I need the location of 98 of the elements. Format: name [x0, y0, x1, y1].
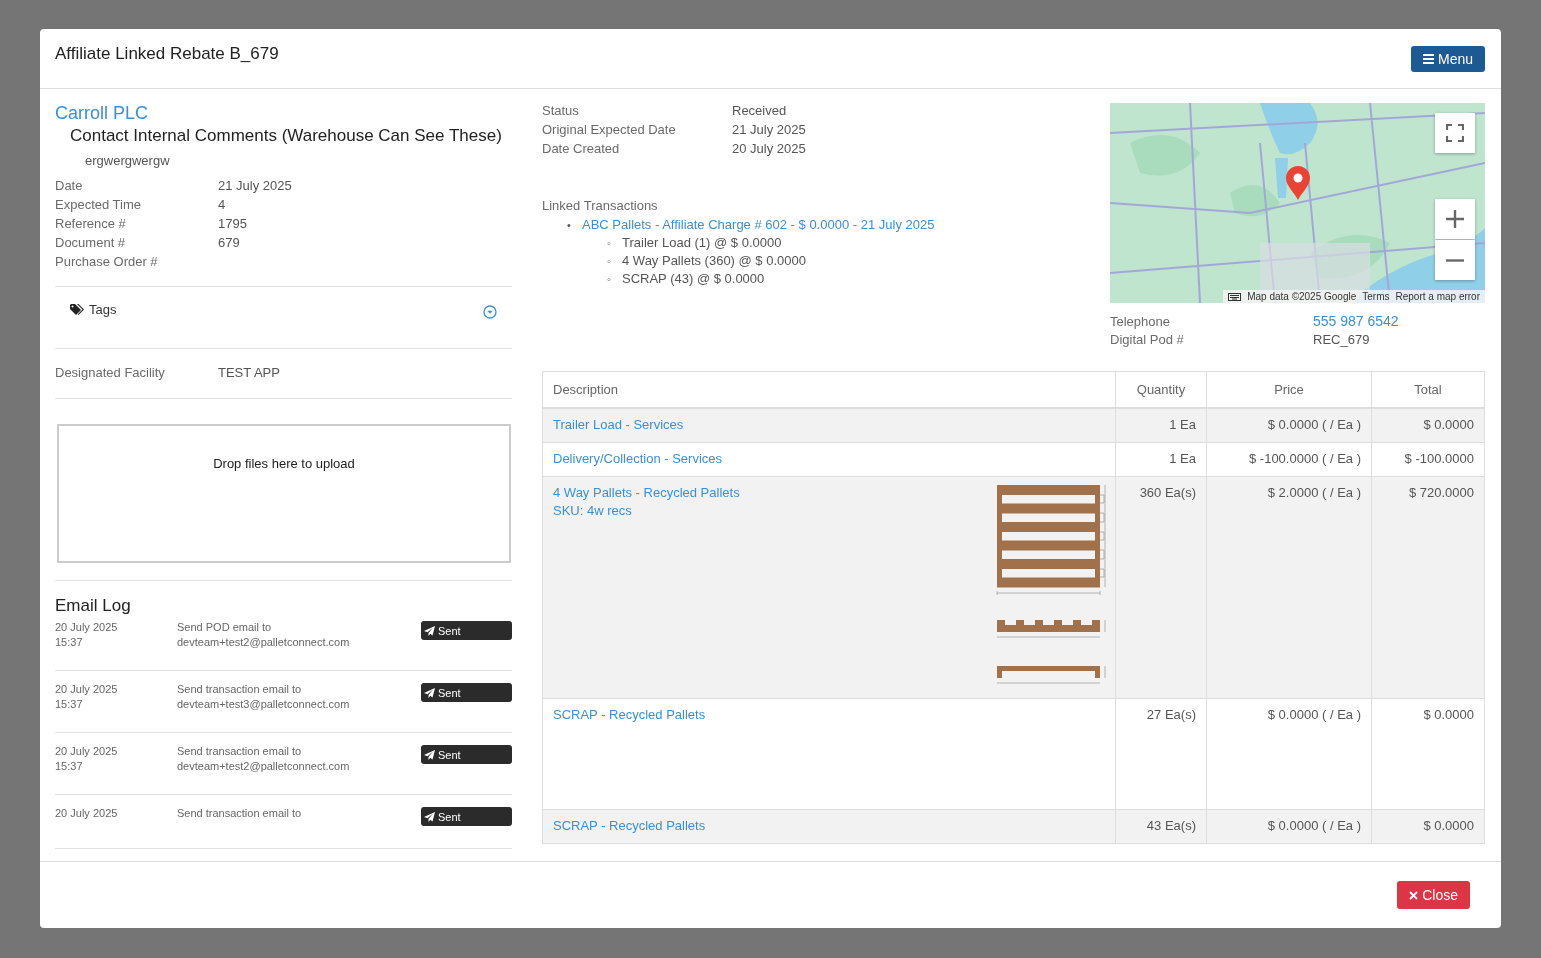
close-icon — [1409, 890, 1419, 900]
field-value: TEST APP — [218, 364, 281, 380]
field-label: Designated Facility — [55, 364, 166, 380]
tags-icon — [70, 304, 85, 315]
sent-status-badge: Sent — [421, 683, 512, 702]
field-label: Purchase Order # — [55, 254, 159, 269]
sent-status-badge: Sent — [421, 745, 512, 764]
field-value: 679 — [218, 235, 241, 250]
log-date: 20 July 2025 — [55, 807, 118, 819]
fullscreen-button[interactable] — [1435, 113, 1475, 153]
bullet-marker: • — [567, 219, 572, 231]
map-attribution: Map data ©2025 Google — [1247, 291, 1357, 302]
price-cell: $ 0.0000 ( / Ea ) — [1206, 809, 1372, 843]
menu-button[interactable]: Menu — [1410, 45, 1485, 72]
field-label: Expected Time — [55, 197, 142, 212]
sent-status-badge: Sent — [421, 621, 512, 640]
transaction-line: 4 Way Pallets (360) @ $ 0.0000 — [622, 253, 806, 268]
paper-plane-icon — [424, 749, 435, 760]
field-label: Digital Pod # — [1110, 332, 1185, 347]
item-link[interactable]: SCRAP - Recycled Pallets — [553, 817, 706, 833]
log-time: 15:37 — [55, 698, 83, 710]
log-recipient: devteam+test3@palletconnect.com — [177, 698, 350, 710]
item-link[interactable]: 4 Way Pallets - Recycled Pallets — [553, 484, 740, 500]
bullet-marker: ◦ — [607, 237, 612, 249]
field-label: Original Expected Date — [542, 122, 677, 137]
zoom-out-button[interactable] — [1435, 240, 1475, 280]
paper-plane-icon — [424, 811, 435, 822]
log-time: 15:37 — [55, 636, 83, 648]
log-message: Send transaction email to — [177, 745, 302, 757]
price-cell: $ 2.0000 ( / Ea ) — [1206, 476, 1372, 698]
item-link[interactable]: Trailer Load - Services — [553, 417, 684, 432]
log-message: Send transaction email to — [177, 807, 302, 819]
drop-zone-prompt: Drop files here to upload — [213, 455, 355, 471]
zoom-in-button[interactable] — [1435, 199, 1475, 239]
menu-icon — [1422, 53, 1434, 64]
comments-heading: Contact Internal Comments (Warehouse Can See These) — [70, 126, 503, 146]
email-log-heading: Email Log — [55, 596, 132, 616]
item-link[interactable]: SCRAP - Recycled Pallets — [553, 706, 706, 722]
field-value: Received — [732, 103, 788, 118]
bullet-marker: ◦ — [607, 255, 612, 267]
field-value: 1795 — [218, 216, 248, 231]
item-link[interactable]: Delivery/Collection - Services — [553, 450, 723, 466]
total-cell: $ 0.0000 — [1371, 408, 1485, 442]
log-time: 15:37 — [55, 760, 83, 772]
quantity-cell: 1 Ea — [1115, 408, 1207, 442]
field-label: Date — [55, 178, 84, 193]
quantity-cell: 1 Ea — [1115, 442, 1207, 476]
paper-plane-icon — [424, 687, 435, 698]
field-value: 21 July 2025 — [218, 178, 293, 193]
fullscreen-icon — [1446, 124, 1464, 142]
bullet-marker: ◦ — [607, 273, 612, 285]
field-value: 4 — [218, 197, 227, 212]
total-cell: $ 720.0000 — [1371, 476, 1485, 698]
field-value: REC_679 — [1313, 332, 1371, 347]
keyboard-icon[interactable] — [1228, 292, 1242, 301]
price-cell: $ 0.0000 ( / Ea ) — [1206, 698, 1372, 809]
field-value: 20 July 2025 — [732, 141, 807, 156]
tags-label: Tags — [89, 302, 117, 317]
expand-chevron-icon[interactable] — [483, 305, 497, 319]
field-label: Reference # — [55, 216, 127, 231]
map-pin-icon — [1285, 166, 1311, 200]
log-recipient: devteam+test2@palletconnect.com — [177, 760, 350, 772]
log-date: 20 July 2025 — [55, 621, 118, 633]
field-label: Document # — [55, 235, 127, 250]
log-recipient: devteam+test2@palletconnect.com — [177, 636, 350, 648]
paper-plane-icon — [424, 625, 435, 636]
modal-title: Affiliate Linked Rebate B_679 — [55, 43, 279, 64]
total-cell: $ 0.0000 — [1371, 698, 1485, 809]
total-cell: $ -100.0000 — [1371, 442, 1485, 476]
quantity-cell: 27 Ea(s) — [1115, 698, 1207, 809]
quantity-cell: 360 Ea(s) — [1115, 476, 1207, 698]
price-cell: $ -100.0000 ( / Ea ) — [1206, 442, 1372, 476]
field-label: Status — [542, 103, 580, 118]
minus-icon — [1446, 258, 1464, 262]
comments-text: ergwergwergw — [85, 153, 171, 168]
log-message: Send transaction email to — [177, 683, 302, 695]
map-link[interactable]: Report a map error — [1395, 291, 1480, 302]
transaction-line: SCRAP (43) @ $ 0.0000 — [622, 271, 765, 286]
transaction-link[interactable]: ABC Pallets - Affiliate Charge # 602 - $ 0.0000 - 21 July 2025 — [582, 217, 935, 232]
field-label: Date Created — [542, 141, 621, 156]
phone-link[interactable]: 555 987 6542 — [1313, 313, 1485, 329]
log-date: 20 July 2025 — [55, 683, 118, 695]
log-date: 20 July 2025 — [55, 745, 118, 757]
transaction-line: Trailer Load (1) @ $ 0.0000 — [622, 235, 782, 250]
file-drop-zone[interactable]: Drop files here to upload — [57, 423, 511, 563]
sent-status-badge: Sent — [421, 807, 512, 826]
total-cell: $ 0.0000 — [1371, 809, 1485, 843]
linked-transactions-label: Linked Transactions — [542, 198, 659, 213]
field-value: 21 July 2025 — [732, 122, 807, 137]
quantity-cell: 43 Ea(s) — [1115, 809, 1207, 843]
map-link[interactable]: Terms — [1362, 291, 1390, 302]
close-button[interactable]: Close — [1397, 881, 1470, 909]
plus-icon — [1446, 210, 1464, 228]
field-label: Telephone — [1110, 314, 1171, 329]
log-message: Send POD email to — [177, 621, 272, 633]
item-sku: SKU: 4w recs — [553, 502, 632, 518]
price-cell: $ 0.0000 ( / Ea ) — [1206, 408, 1372, 442]
company-link[interactable]: Carroll PLC — [55, 103, 149, 124]
